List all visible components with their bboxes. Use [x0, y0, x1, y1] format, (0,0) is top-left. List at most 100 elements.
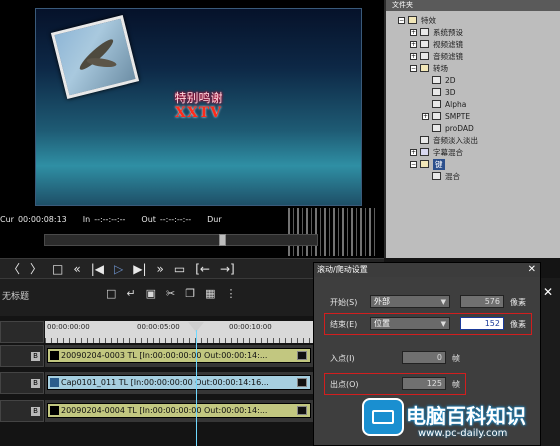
track-toggle[interactable]: B [31, 352, 40, 361]
fx-item-video-filters[interactable]: + 视频滤镜 [410, 38, 463, 50]
cut-icon[interactable]: ✂ [166, 287, 175, 300]
fx-item-3d[interactable]: 3D [432, 86, 456, 98]
expand-icon[interactable]: + [422, 112, 429, 120]
timeline-clip-3[interactable]: 20090204-0004 TL [In:00:00:00:00 Out:00:… [47, 403, 311, 418]
clip-icon [50, 378, 59, 387]
track-header-1[interactable]: B [0, 345, 44, 367]
watermark-logo-icon [362, 398, 404, 436]
dur-label: Dur [207, 214, 222, 224]
fx-item-presets[interactable]: + 系统预设 [410, 26, 463, 38]
collapse-icon[interactable]: − [410, 160, 417, 168]
close-icon[interactable]: ✕ [543, 285, 553, 299]
fx-item-label: 音频滤镜 [433, 51, 463, 61]
title-icon [420, 148, 429, 156]
preview-photo [50, 15, 140, 99]
save-icon[interactable]: ▣ [146, 287, 156, 300]
fx-item-label: 字幕混合 [433, 147, 463, 157]
close-icon[interactable]: ✕ [528, 263, 536, 277]
fx-item-label: Alpha [445, 99, 467, 109]
dialog-title: 滚动/爬动设置 [317, 265, 368, 274]
expand-icon[interactable]: + [410, 28, 417, 36]
dialog-title-bar[interactable]: 滚动/爬动设置 ✕ [314, 263, 540, 277]
in-point-input[interactable]: 0 [402, 351, 446, 364]
out-point-input[interactable]: 125 [402, 377, 446, 390]
end-px-unit: 像素 [510, 320, 526, 329]
fx-item-label: 特效 [421, 15, 436, 25]
preview-title-xx: XXTV [174, 105, 222, 121]
mark-in-icon[interactable]: 〈 [8, 263, 20, 275]
transition-icon [432, 100, 441, 108]
collapse-icon[interactable]: − [410, 64, 417, 72]
open-icon[interactable]: ↵ [126, 287, 135, 300]
clip-icon [50, 351, 59, 360]
transition-icon [432, 76, 441, 84]
out-value: --:--:--:-- [159, 214, 192, 224]
app-window: 特别鸣谢 XXTV Cur 00:00:08:13 In --:--:--:--… [0, 0, 560, 446]
fx-item-label: proDAD [445, 123, 474, 133]
chevron-down-icon: ▼ [440, 320, 446, 328]
preview-scrubber[interactable] [44, 234, 318, 246]
clip-thumb [297, 351, 307, 360]
fx-item-effects[interactable]: − 特效 [398, 14, 436, 26]
track-toggle[interactable]: B [31, 407, 40, 416]
fx-item-mix[interactable]: 混合 [432, 170, 460, 182]
fast-forward-icon[interactable]: » [157, 263, 164, 275]
audio-icon [420, 136, 429, 144]
fx-item-prodad[interactable]: proDAD [432, 122, 474, 134]
fx-item-label: 转场 [433, 63, 448, 73]
timecode-bar: Cur 00:00:08:13 In --:--:--:-- Out --:--… [0, 212, 384, 226]
timeline-clip-1[interactable]: 20090204-0003 TL [In:00:00:00:00 Out:00:… [47, 348, 311, 363]
more-icon[interactable]: ⋮ [226, 287, 237, 300]
track-header-3[interactable]: B [0, 400, 44, 422]
fx-item-label: 混合 [445, 171, 460, 181]
track-header-2[interactable]: B [0, 372, 44, 394]
output-icon[interactable]: ▭ [174, 263, 185, 275]
step-back-icon[interactable]: |◀ [91, 263, 104, 275]
end-select[interactable]: 位置 ▼ [370, 317, 450, 330]
fx-item-title-mix[interactable]: + 字幕混合 [410, 146, 463, 158]
stop-icon[interactable]: □ [52, 263, 63, 275]
play-icon[interactable]: ▷ [114, 263, 123, 275]
clip-thumb [297, 378, 307, 387]
fx-item-2d[interactable]: 2D [432, 74, 456, 86]
goto-out-icon[interactable]: →] [220, 263, 235, 275]
expand-icon[interactable]: + [410, 148, 417, 156]
timeline-clip-2[interactable]: Cap0101_011 TL [In:00:00:00:00 Out:00:00… [47, 375, 311, 390]
new-icon[interactable]: □ [106, 287, 116, 300]
fx-item-audio-fade[interactable]: 音频淡入淡出 [420, 134, 478, 146]
rewind-icon[interactable]: « [73, 263, 80, 275]
end-select-value: 位置 [374, 319, 390, 328]
end-px-input[interactable]: 152 [460, 317, 504, 330]
filter-icon [420, 52, 429, 60]
copy-icon[interactable]: ❐ [185, 287, 195, 300]
cur-value: 00:00:08:13 [17, 214, 67, 224]
fx-item-transitions[interactable]: − 转场 [410, 62, 448, 74]
timeline-ruler[interactable]: 00:00:00:00 00:00:05:00 00:00:10:00 [45, 321, 315, 343]
mark-out-icon[interactable]: 〉 [30, 263, 42, 275]
paste-icon[interactable]: ▦ [205, 287, 215, 300]
collapse-icon[interactable]: − [398, 16, 405, 24]
scrubber-handle[interactable] [219, 234, 226, 246]
out-point-label: 出点(O) [330, 380, 359, 389]
cur-label: Cur [0, 214, 14, 224]
track-toggle[interactable]: B [31, 379, 40, 388]
fx-item-audio-filters[interactable]: + 音频滤镜 [410, 50, 463, 62]
out-label: Out [141, 214, 156, 224]
clip-label: Cap0101_011 TL [In:00:00:00:00 Out:00:00… [61, 378, 269, 387]
expand-icon[interactable]: + [410, 40, 417, 48]
expand-icon[interactable]: + [410, 52, 417, 60]
fx-item-label: 键 [433, 158, 445, 170]
fx-item-smpte[interactable]: + SMPTE [422, 110, 470, 122]
in-label: In [82, 214, 91, 224]
transition-icon [432, 112, 441, 120]
goto-in-icon[interactable]: [← [195, 263, 210, 275]
start-select[interactable]: 外部 ▼ [370, 295, 450, 308]
step-forward-icon[interactable]: ▶| [133, 263, 146, 275]
in-point-label: 入点(I) [330, 354, 355, 363]
fx-item-alpha[interactable]: Alpha [432, 98, 466, 110]
start-px-input[interactable]: 576 [460, 295, 504, 308]
fx-item-key[interactable]: − 键 [410, 158, 445, 170]
start-label: 开始(S) [330, 298, 358, 307]
ruler-tick: 00:00:00:00 [47, 323, 90, 331]
fx-item-label: 2D [445, 75, 456, 85]
